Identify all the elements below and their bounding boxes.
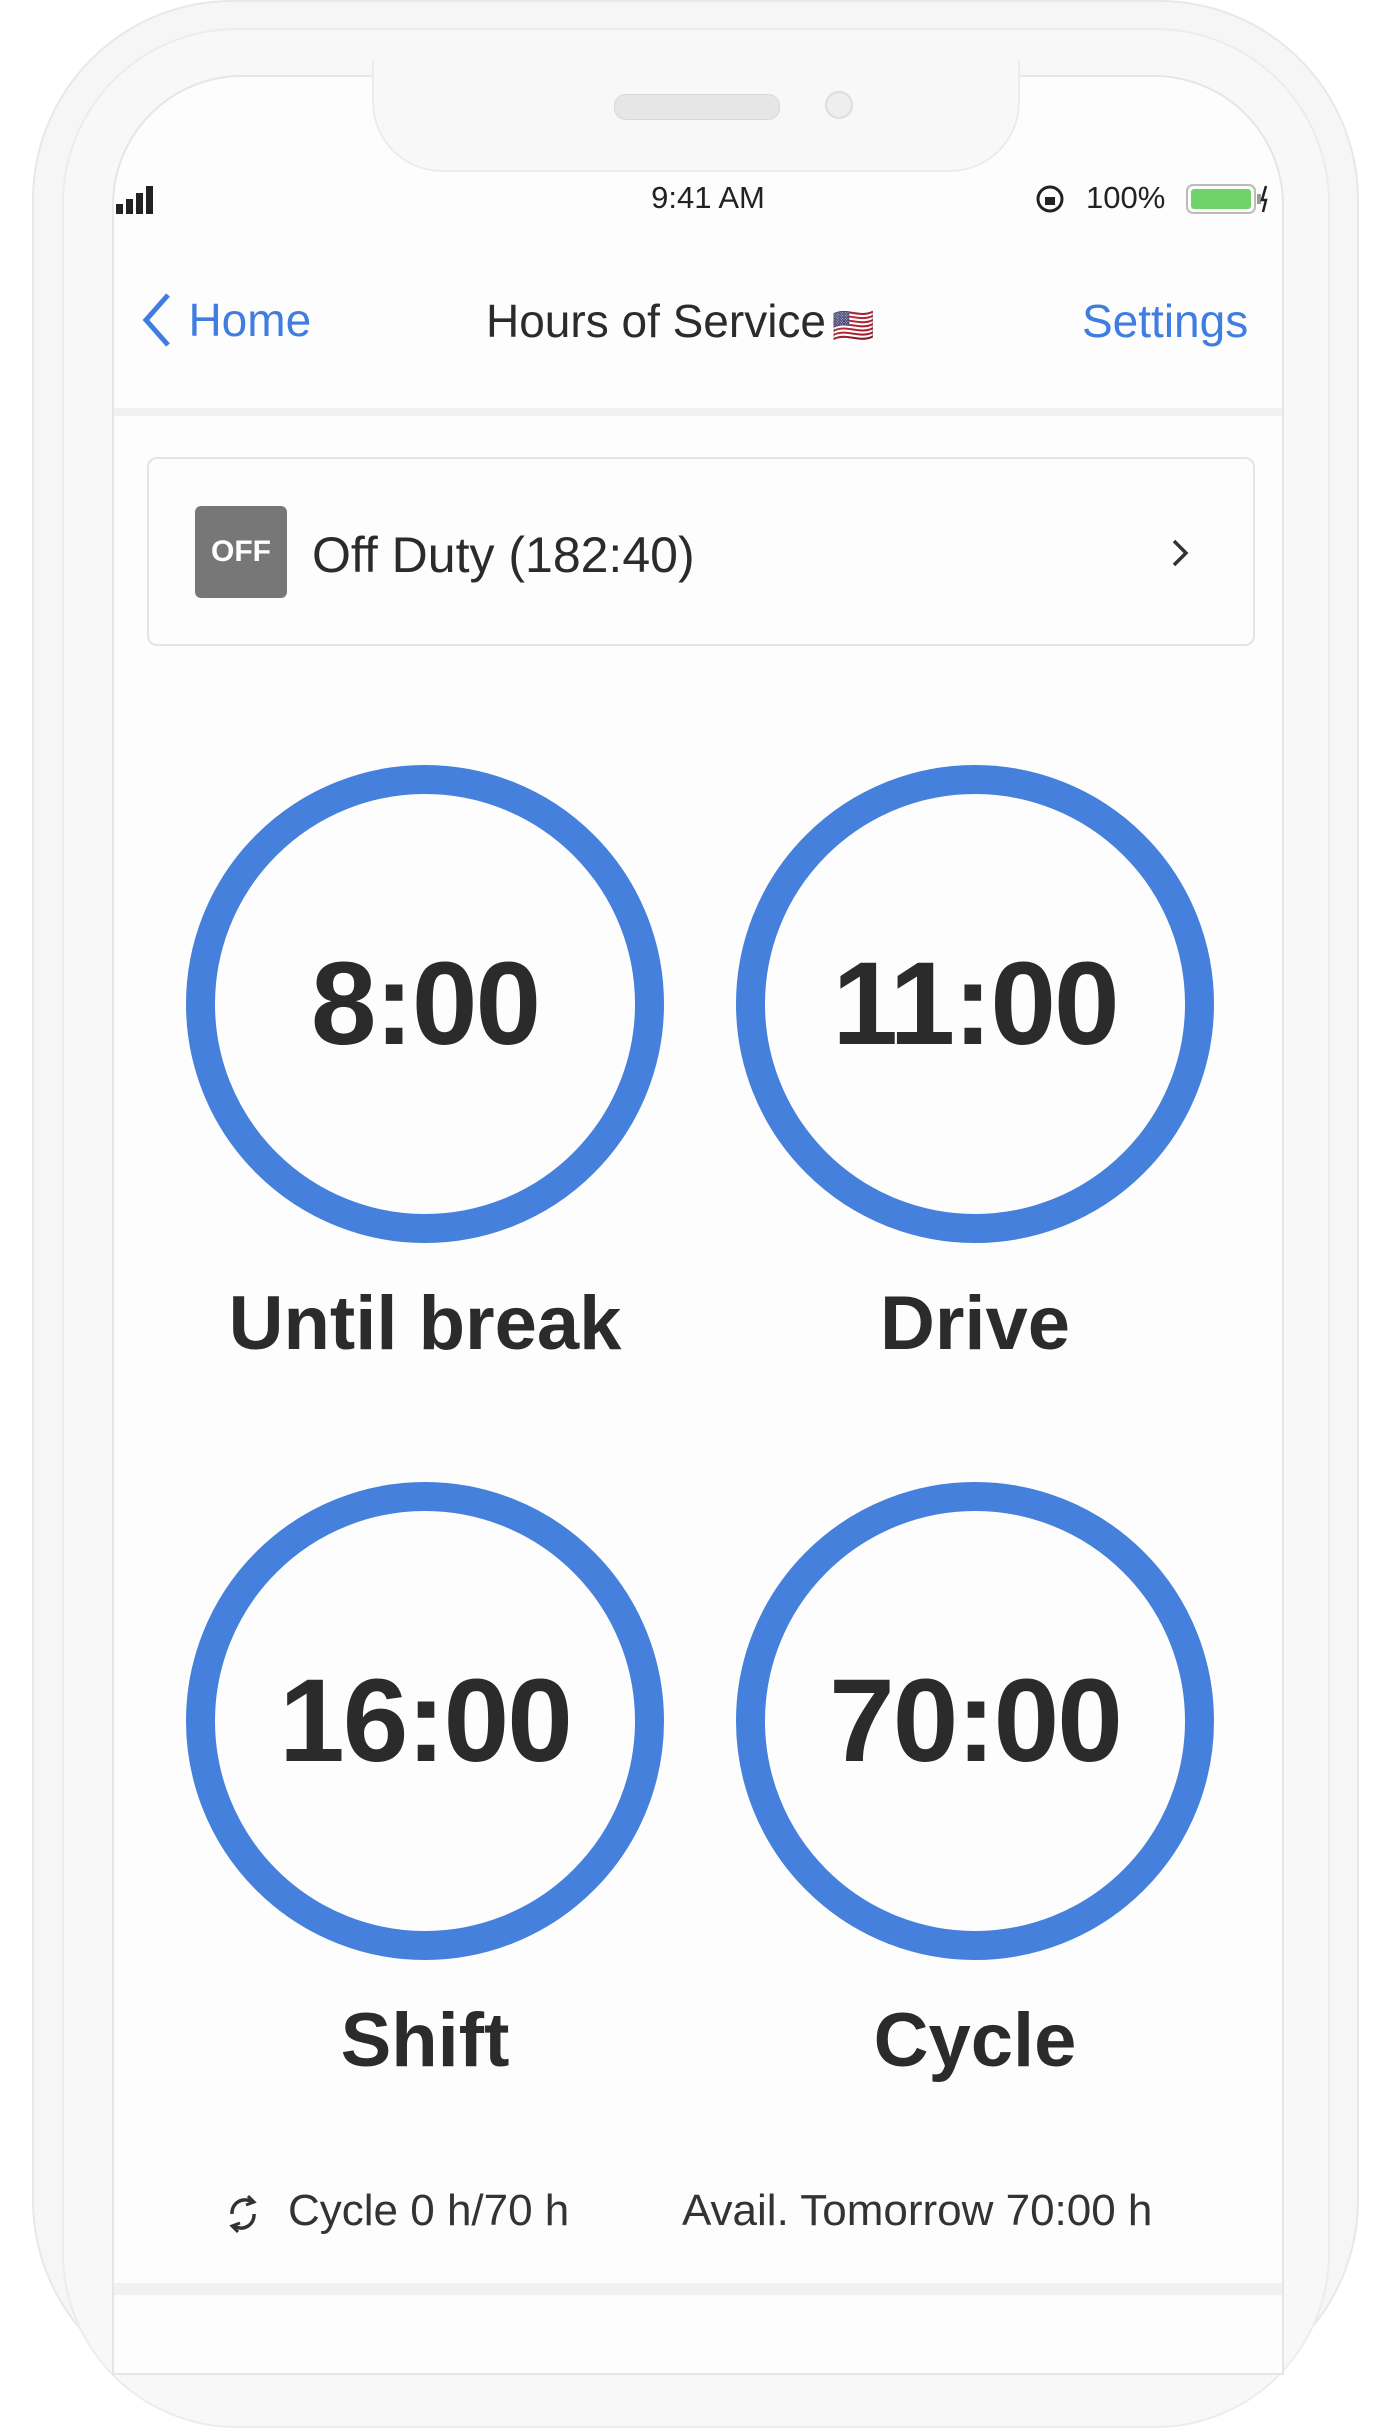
- until-break-label: Until break: [228, 1281, 622, 1366]
- cycle-label: Cycle: [873, 1998, 1077, 2083]
- nav-divider: [114, 408, 1282, 416]
- duty-status-label: Off Duty (182:40): [312, 527, 695, 583]
- speaker: [614, 94, 780, 120]
- off-duty-badge: OFF: [195, 506, 287, 598]
- cycle-ring: 70:00: [736, 1482, 1214, 1960]
- shift-ring: 16:00: [186, 1482, 664, 1960]
- battery-icon: [1186, 184, 1268, 214]
- shift-label: Shift: [340, 1998, 510, 2083]
- shift-value: 16:00: [279, 1655, 573, 1787]
- back-label: Home: [188, 294, 312, 346]
- flag-icon: 🇺🇸: [832, 307, 875, 345]
- battery-percent: 100%: [1086, 180, 1166, 215]
- chevron-right-icon: [1172, 539, 1189, 567]
- status-time: 9:41 AM: [651, 180, 765, 215]
- until-break-ring: 8:00: [186, 765, 664, 1243]
- page-title: Hours of Service 🇺🇸: [486, 294, 874, 348]
- chevron-left-icon: [142, 293, 170, 347]
- drive-label: Drive: [879, 1281, 1071, 1366]
- bottom-divider: [114, 2283, 1282, 2295]
- orientation-lock-icon: [1036, 185, 1064, 213]
- cycle-refresh-icon: [229, 2194, 257, 2234]
- page-title-text: Hours of Service: [486, 295, 827, 347]
- drive-ring: 11:00: [736, 765, 1214, 1243]
- until-break-value: 8:00: [310, 938, 541, 1070]
- cycle-value: 70:00: [829, 1655, 1123, 1787]
- available-tomorrow: Avail. Tomorrow 70:00 h: [682, 2186, 1153, 2235]
- camera: [825, 91, 853, 119]
- signal-icon: [116, 186, 153, 214]
- cycle-summary: Cycle 0 h/70 h: [288, 2186, 570, 2235]
- back-button[interactable]: Home: [138, 290, 311, 350]
- drive-value: 11:00: [832, 938, 1119, 1070]
- settings-button[interactable]: Settings: [1082, 294, 1248, 348]
